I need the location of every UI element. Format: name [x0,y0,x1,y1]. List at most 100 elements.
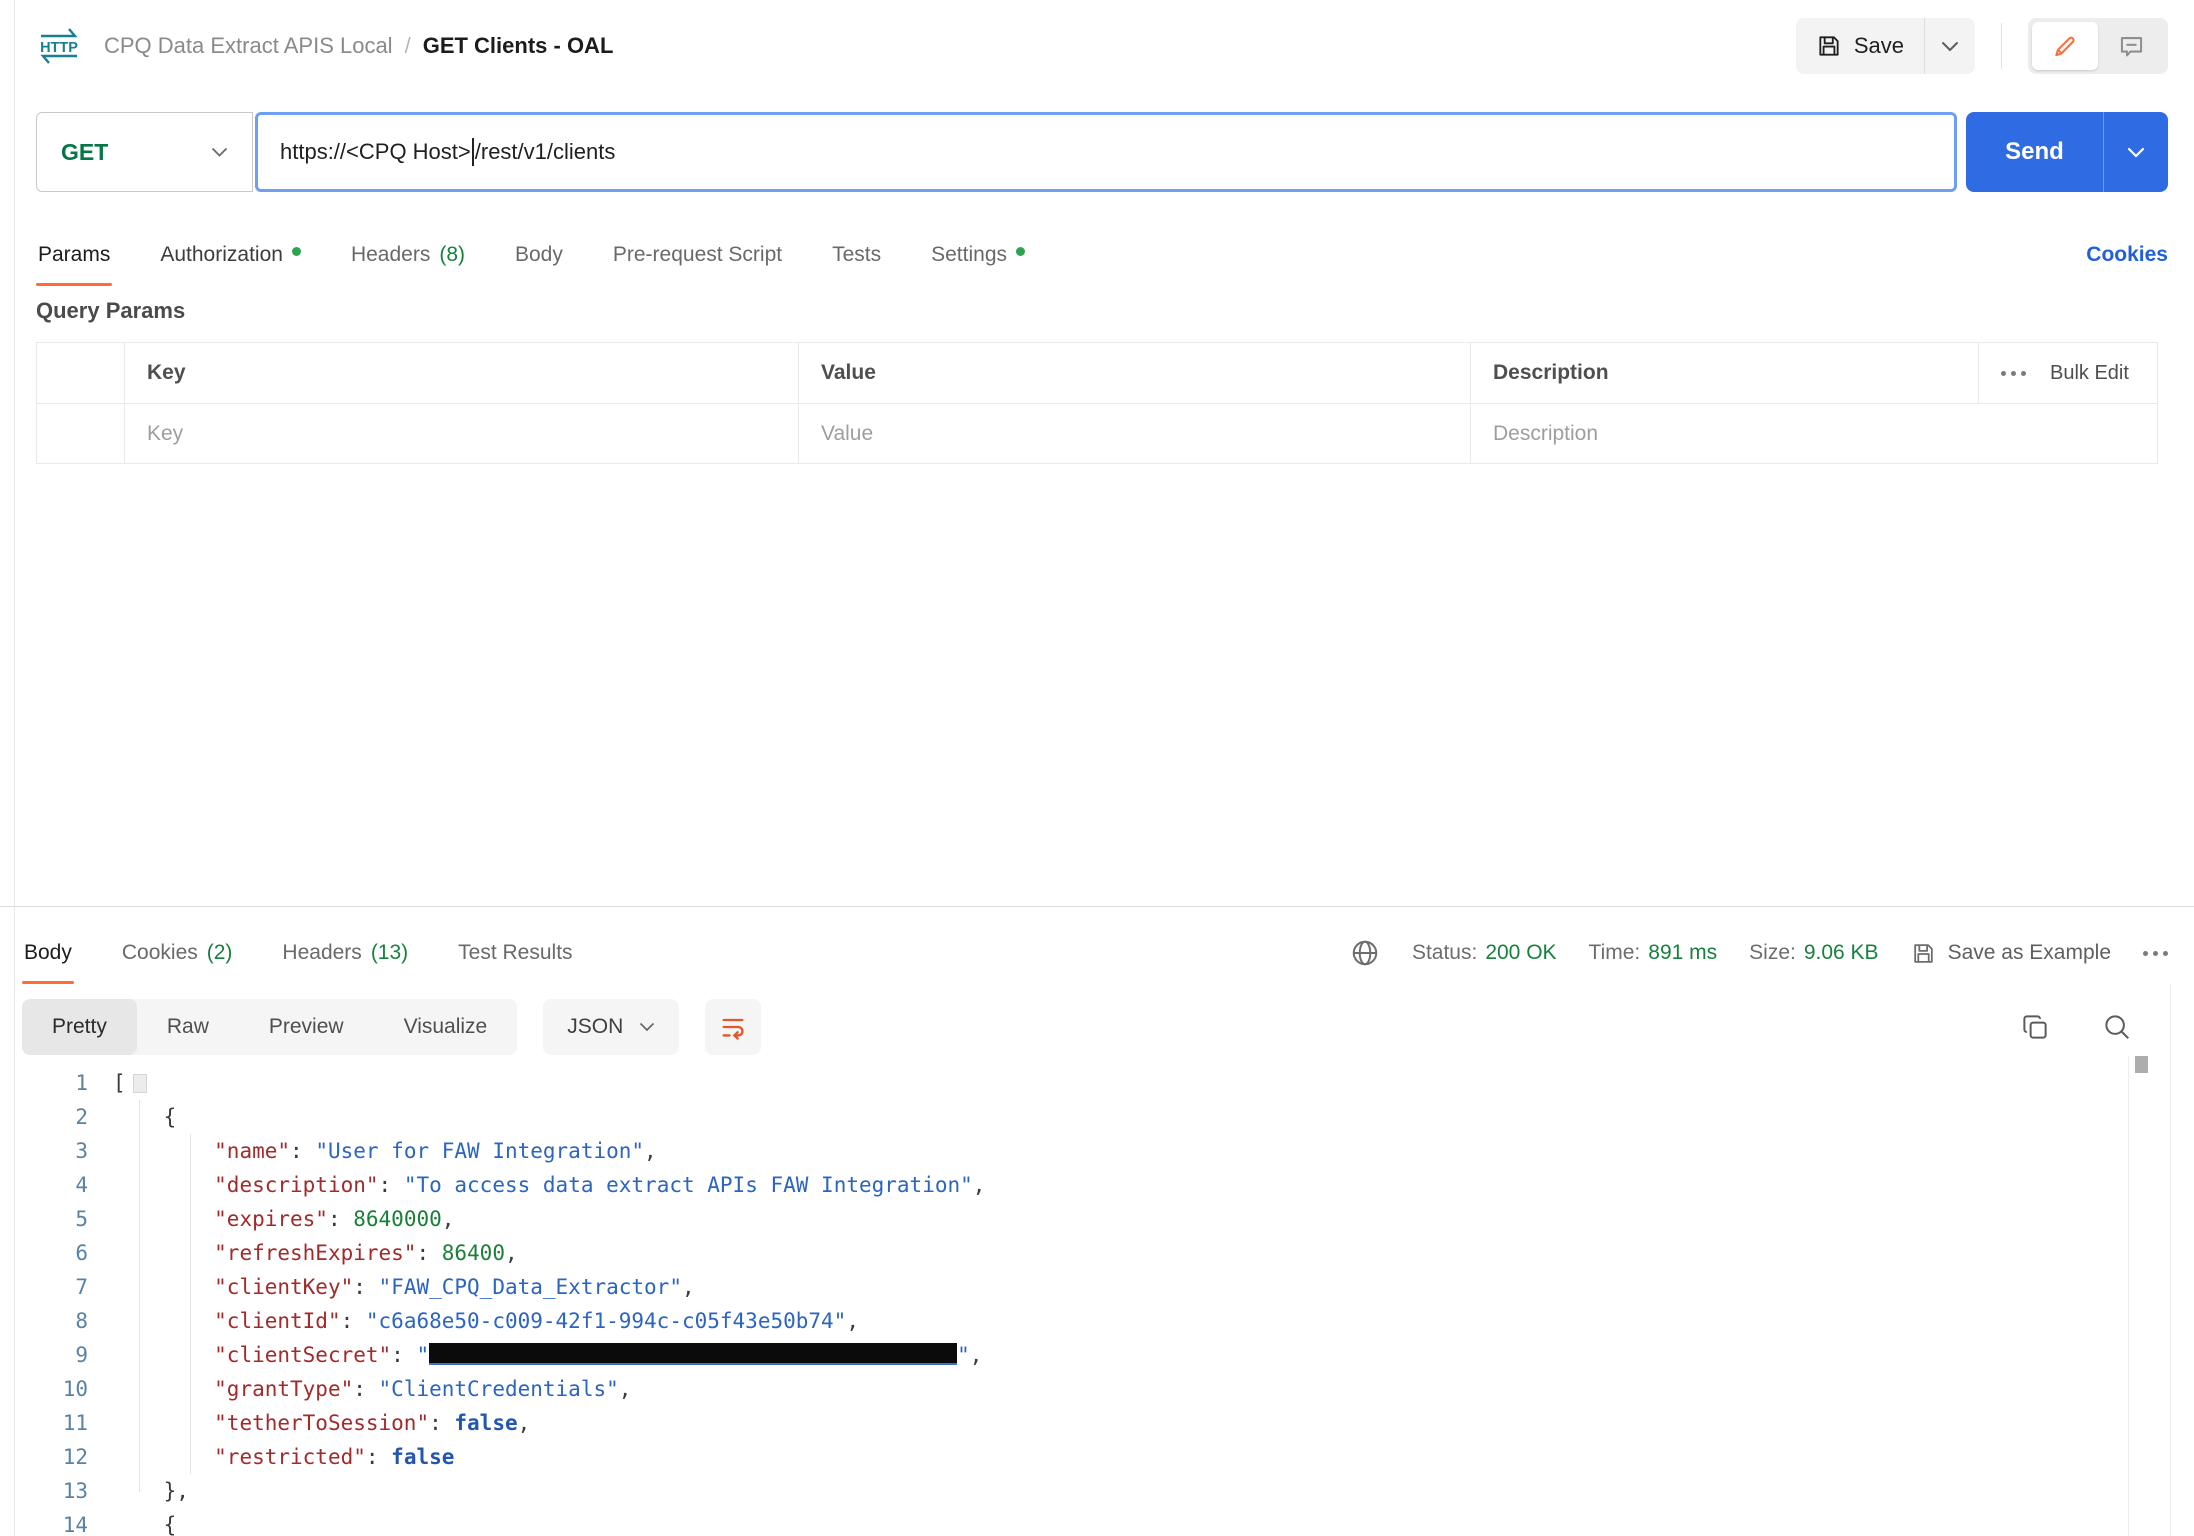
line-number: 9 [0,1338,88,1372]
view-tab-preview[interactable]: Preview [239,999,374,1055]
breadcrumb-request-name[interactable]: GET Clients - OAL [423,33,614,59]
json-key: "clientId" [214,1309,340,1333]
format-dropdown[interactable]: JSON [543,999,679,1055]
params-header-actions: Bulk Edit [1979,343,2157,403]
status-value: 200 OK [1485,941,1556,965]
url-input[interactable]: https://<CPQ Host>/rest/v1/clients [255,112,1957,192]
breadcrumb-separator: / [405,33,411,59]
fold-marker[interactable] [133,1074,147,1093]
line-number: 14 [0,1508,88,1536]
breadcrumb-collection[interactable]: CPQ Data Extract APIS Local [104,33,393,59]
tab-label: Params [38,243,110,267]
bulk-edit-button[interactable]: Bulk Edit [2050,362,2129,385]
request-tab-pre-request-script[interactable]: Pre-request Script [611,224,784,286]
request-tab-params[interactable]: Params [36,224,112,286]
send-options-button[interactable] [2104,112,2168,192]
chevron-down-icon [639,1022,655,1032]
param-key-input[interactable]: Key [125,404,799,463]
network-globe-icon[interactable] [1350,938,1380,968]
view-tab-pretty[interactable]: Pretty [22,999,137,1055]
chevron-down-icon [211,147,228,157]
response-tab-headers[interactable]: Headers(13) [280,922,410,984]
modified-dot [1016,247,1025,256]
response-tabs: Body Cookies(2) Headers(13) Test Results [22,922,575,984]
code-punctuation: }, [164,1479,189,1503]
code-punctuation: : [290,1139,315,1163]
json-key: "name" [214,1139,290,1163]
header-actions: Save [1796,18,2168,74]
json-string: "User for FAW Integration" [315,1139,644,1163]
line-content: "expires": 8640000, [88,1207,454,1231]
response-tools [2020,1012,2168,1042]
view-tab-raw[interactable]: Raw [137,999,239,1055]
method-dropdown[interactable]: GET [36,112,253,192]
line-number: 1 [0,1066,88,1100]
code-punctuation: : [328,1207,353,1231]
tab-label: Authorization [160,243,283,267]
line-content: { [88,1105,176,1129]
code-line: 6 "refreshExpires": 86400, [0,1236,2128,1270]
response-tab-body[interactable]: Body [22,922,74,984]
code-punctuation: : [429,1411,454,1435]
save-button[interactable]: Save [1796,18,1924,74]
line-content: "name": "User for FAW Integration", [88,1139,657,1163]
code-indent [113,1309,214,1333]
tab-label: Body [24,941,72,965]
edit-mode-button[interactable] [2032,22,2098,70]
redacted-secret-bar [429,1343,957,1365]
response-more-actions-icon[interactable] [2143,951,2168,956]
status-badge: Status: 200 OK [1412,941,1557,965]
search-response-button[interactable] [2102,1012,2132,1042]
line-content: "tetherToSession": false, [88,1411,530,1435]
code-line: 1[ [0,1066,2128,1100]
more-actions-icon[interactable] [2001,371,2026,376]
indent-guide [139,1100,140,1492]
param-value-input[interactable]: Value [799,404,1471,463]
save-options-button[interactable] [1925,18,1975,74]
status-label: Status: [1412,941,1477,965]
copy-response-button[interactable] [2020,1012,2050,1042]
comment-mode-button[interactable] [2098,22,2164,70]
code-punctuation: , [970,1343,983,1367]
json-key: "expires" [214,1207,328,1231]
tab-label: Test Results [458,941,572,965]
json-number: 86400 [442,1241,505,1265]
code-indent [113,1411,214,1435]
wrap-text-button[interactable] [705,999,761,1055]
line-content: "refreshExpires": 86400, [88,1241,518,1265]
json-boolean: false [391,1445,454,1469]
cookies-link[interactable]: Cookies [2086,243,2168,267]
response-tab-cookies[interactable]: Cookies(2) [120,922,235,984]
save-as-example-button[interactable]: Save as Example [1911,941,2111,966]
response-body-viewer[interactable]: 1[2 {3 "name": "User for FAW Integration… [0,1058,2128,1536]
text-caret [472,138,474,166]
request-header-bar: HTTP CPQ Data Extract APIS Local / GET C… [36,0,2168,92]
description-column-header: Description [1471,343,1979,403]
response-tab-test-results[interactable]: Test Results [456,922,574,984]
view-tab-visualize[interactable]: Visualize [374,999,518,1055]
time-badge: Time: 891 ms [1589,941,1718,965]
code-punctuation: : [353,1275,378,1299]
request-tab-headers[interactable]: Headers(8) [349,224,467,286]
code-indent [113,1241,214,1265]
line-content: "clientSecret": "", [88,1343,982,1367]
request-tab-settings[interactable]: Settings [929,224,1027,286]
json-key: "grantType" [214,1377,353,1401]
code-punctuation: , [846,1309,859,1333]
code-punctuation: , [518,1411,531,1435]
request-tab-authorization[interactable]: Authorization [158,224,303,286]
save-button-group: Save [1796,18,1975,74]
response-pane-divider[interactable] [0,906,2194,907]
code-indent [113,1207,214,1231]
send-button[interactable]: Send [1966,112,2103,192]
line-content: "restricted": false [88,1445,454,1469]
request-tab-tests[interactable]: Tests [830,224,883,286]
tab-label: Cookies [122,941,198,965]
request-tabs: Params Authorization Headers(8) Body Pre-req… [36,224,1027,286]
code-scrollbar-thumb[interactable] [2135,1056,2148,1073]
chevron-down-icon [2127,147,2145,158]
param-description-input[interactable]: Description [1471,404,2157,463]
line-number: 11 [0,1406,88,1440]
edit-comment-toggle [2028,18,2168,74]
request-tab-body[interactable]: Body [513,224,565,286]
